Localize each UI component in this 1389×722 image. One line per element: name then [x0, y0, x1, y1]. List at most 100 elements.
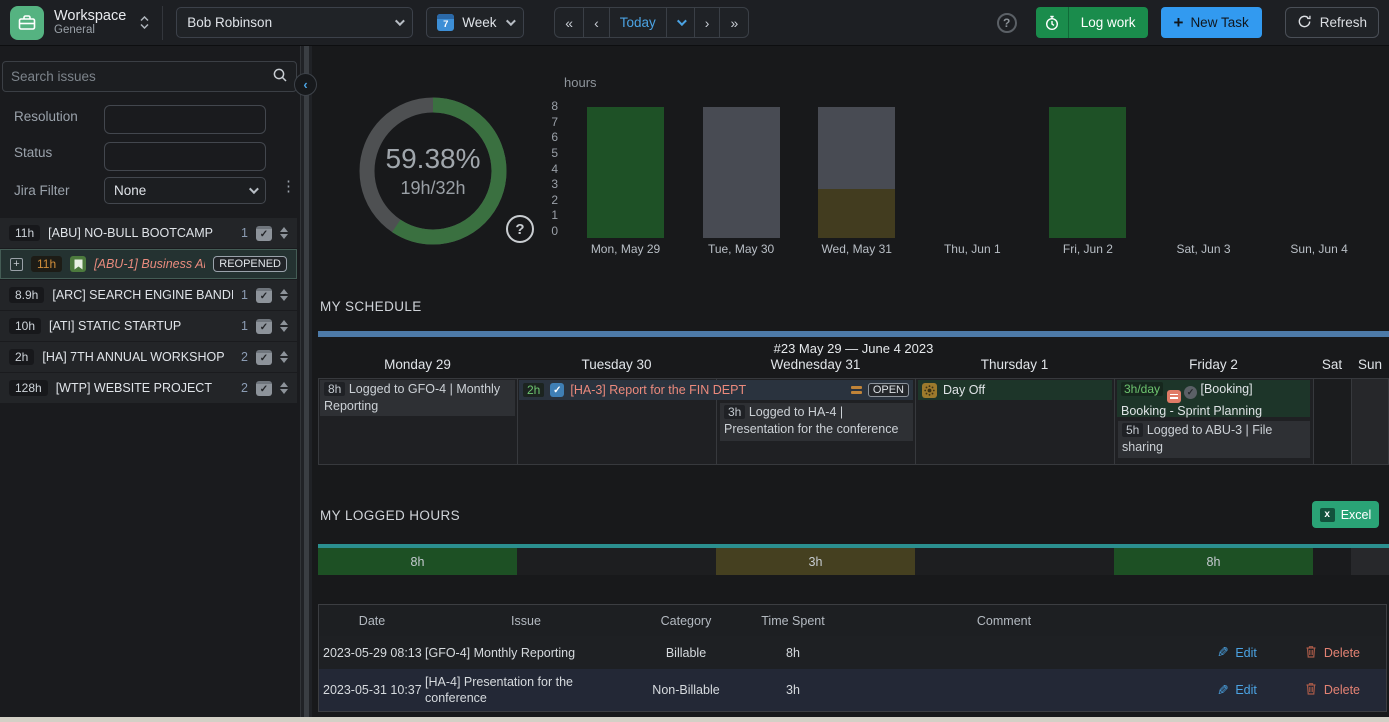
nav-last-button[interactable]: » — [720, 8, 748, 37]
table-row[interactable]: 2023-05-29 08:13 [GFO-4] Monthly Reporti… — [319, 636, 1386, 669]
day-header-saturday: Sat — [1313, 357, 1351, 375]
issue-count: 1 — [241, 288, 248, 302]
delete-button[interactable]: Delete — [1305, 645, 1360, 661]
booking-event[interactable]: 3h/day ✓ [Booking] Booking - Sprint Plan… — [1117, 380, 1310, 417]
cell-date: 2023-05-29 08:13 — [319, 646, 425, 660]
sort-arrows-icon[interactable] — [280, 320, 288, 332]
table-header-row: Date Issue Category Time Spent Comment — [319, 605, 1386, 636]
chart-x-label: Sun, Jun 4 — [1261, 242, 1377, 256]
collapse-sidebar-button[interactable]: ‹ — [294, 73, 317, 96]
project-row[interactable]: 128h [WTP] WEBSITE PROJECT 2 ✓ — [0, 373, 297, 403]
checkbox-checked-icon[interactable]: ✓ — [550, 383, 564, 397]
chart-y-tick: 2 — [522, 193, 558, 207]
calendar-check-icon[interactable]: ✓ — [256, 381, 272, 396]
kebab-menu-icon[interactable]: ⋮ — [281, 177, 296, 195]
edit-button[interactable]: ✎ Edit — [1217, 682, 1257, 699]
calendar-check-icon[interactable]: ✓ — [256, 350, 272, 365]
new-task-button[interactable]: + New Task — [1161, 7, 1262, 38]
edit-button[interactable]: ✎ Edit — [1217, 644, 1257, 661]
worklog-event-monday[interactable]: 8h Logged to GFO-4 | Monthly Reporting — [320, 380, 515, 416]
resolution-input[interactable] — [104, 105, 266, 134]
hours-badge: 10h — [9, 318, 41, 334]
project-title: [HA] 7TH ANNUAL WORKSHOP — [42, 350, 233, 364]
nav-next-button[interactable]: › — [695, 8, 721, 37]
chart-x-label: Tue, May 30 — [683, 242, 799, 256]
help-icon[interactable]: ? — [997, 13, 1017, 33]
chart-x-label: Mon, May 29 — [568, 242, 684, 256]
search-input[interactable] — [11, 69, 272, 84]
sidebar: Resolution Status Jira Filter None ⋮ 11h… — [0, 46, 300, 722]
today-dropdown-button[interactable] — [667, 8, 695, 37]
table-row[interactable]: 2023-05-31 10:37 [HA-4] Presentation for… — [319, 669, 1386, 711]
worklog-event-friday[interactable]: 5h Logged to ABU-3 | File sharing — [1118, 421, 1310, 458]
workspace-switcher[interactable]: Workspace General — [10, 6, 149, 40]
toolbar-divider — [162, 6, 163, 40]
day-header-thursday: Thursday 1 — [915, 357, 1114, 375]
issue-event-title: [HA-3] Report for the FIN DEPT — [570, 383, 844, 397]
log-work-button[interactable]: Log work — [1036, 7, 1148, 38]
day-header-wednesday: Wednesday 31 — [716, 357, 915, 375]
expand-icon[interactable]: + — [10, 258, 23, 271]
chart-y-axis-label: hours — [564, 75, 597, 90]
booking-title: Booking - Sprint Planning — [1121, 404, 1262, 418]
project-title: [ABU] NO-BULL BOOTCAMP — [48, 226, 233, 240]
bottom-edge-strip — [0, 717, 1389, 722]
delete-button[interactable]: Delete — [1305, 682, 1360, 698]
bar-not-logged — [818, 107, 895, 189]
chevron-down-icon — [506, 16, 516, 26]
cell-time-spent: 8h — [745, 646, 841, 660]
toolbar: Workspace General Bob Robinson 7 Week « … — [0, 0, 1389, 46]
day-off-event[interactable]: Day Off — [918, 380, 1112, 400]
day-header-tuesday: Tuesday 30 — [517, 357, 716, 375]
today-button[interactable]: Today — [610, 8, 667, 37]
user-select[interactable]: Bob Robinson — [176, 7, 413, 38]
jira-filter-value: None — [114, 183, 249, 198]
day-header-monday: Monday 29 — [318, 357, 517, 375]
main-content: 59.38% 19h/32h ? hours 012345678Mon, May… — [312, 46, 1389, 722]
issue-row-selected[interactable]: + 11h [ABU-1] Business Analyt... REOPENE… — [0, 249, 297, 279]
splitter-thumb[interactable] — [304, 46, 309, 722]
day-off-label: Day Off — [943, 383, 985, 397]
new-task-label: New Task — [1190, 15, 1248, 30]
workspace-sort-icon[interactable] — [140, 16, 149, 29]
sidebar-splitter[interactable] — [300, 46, 312, 722]
project-row[interactable]: 10h [ATI] STATIC STARTUP 1 ✓ — [0, 311, 297, 341]
chevron-down-icon — [677, 16, 687, 26]
calendar-check-icon[interactable]: ✓ — [256, 288, 272, 303]
chart-y-tick: 5 — [522, 146, 558, 160]
sort-arrows-icon[interactable] — [280, 227, 288, 239]
bar-partially-logged — [818, 189, 895, 238]
export-excel-button[interactable]: x Excel — [1312, 501, 1379, 528]
status-input[interactable] — [104, 142, 266, 171]
booking-note-icon — [1167, 390, 1181, 403]
excel-icon: x — [1320, 508, 1335, 522]
chevron-down-icon — [249, 184, 259, 194]
chart-y-tick: 6 — [522, 130, 558, 144]
calendar-check-icon[interactable]: ✓ — [256, 319, 272, 334]
project-row[interactable]: 8.9h [ARC] SEARCH ENGINE BANDI... 1 ✓ — [0, 280, 297, 310]
calendar-check-icon[interactable]: ✓ — [256, 226, 272, 241]
schedule-cell-sunday[interactable] — [1351, 378, 1389, 465]
hours-badge: 8.9h — [9, 287, 44, 303]
chart-y-tick: 4 — [522, 162, 558, 176]
nav-first-button[interactable]: « — [555, 8, 584, 37]
sort-arrows-icon[interactable] — [280, 382, 288, 394]
search-icon[interactable] — [272, 67, 288, 86]
nav-prev-button[interactable]: ‹ — [584, 8, 610, 37]
plus-icon: + — [1174, 14, 1184, 31]
period-select[interactable]: 7 Week — [426, 7, 524, 38]
chart-x-label: Sat, Jun 3 — [1146, 242, 1262, 256]
pencil-icon: ✎ — [1217, 644, 1229, 661]
logged-segment-friday: 8h — [1114, 548, 1313, 575]
worklog-event-wednesday[interactable]: 3h Logged to HA-4 | Presentation for the… — [720, 403, 913, 441]
sort-arrows-icon[interactable] — [280, 289, 288, 301]
project-row[interactable]: 11h [ABU] NO-BULL BOOTCAMP 1 ✓ — [0, 218, 297, 248]
project-row[interactable]: 2h [HA] 7TH ANNUAL WORKSHOP 2 ✓ — [0, 342, 297, 372]
sort-arrows-icon[interactable] — [280, 351, 288, 363]
issue-event-ha3[interactable]: 2h ✓ [HA-3] Report for the FIN DEPT OPEN — [519, 380, 913, 400]
refresh-button[interactable]: Refresh — [1285, 7, 1379, 38]
schedule-cell-saturday[interactable] — [1313, 378, 1352, 465]
cell-category: Billable — [627, 646, 745, 660]
stopwatch-icon — [1036, 7, 1069, 38]
jira-filter-select[interactable]: None — [104, 177, 266, 204]
